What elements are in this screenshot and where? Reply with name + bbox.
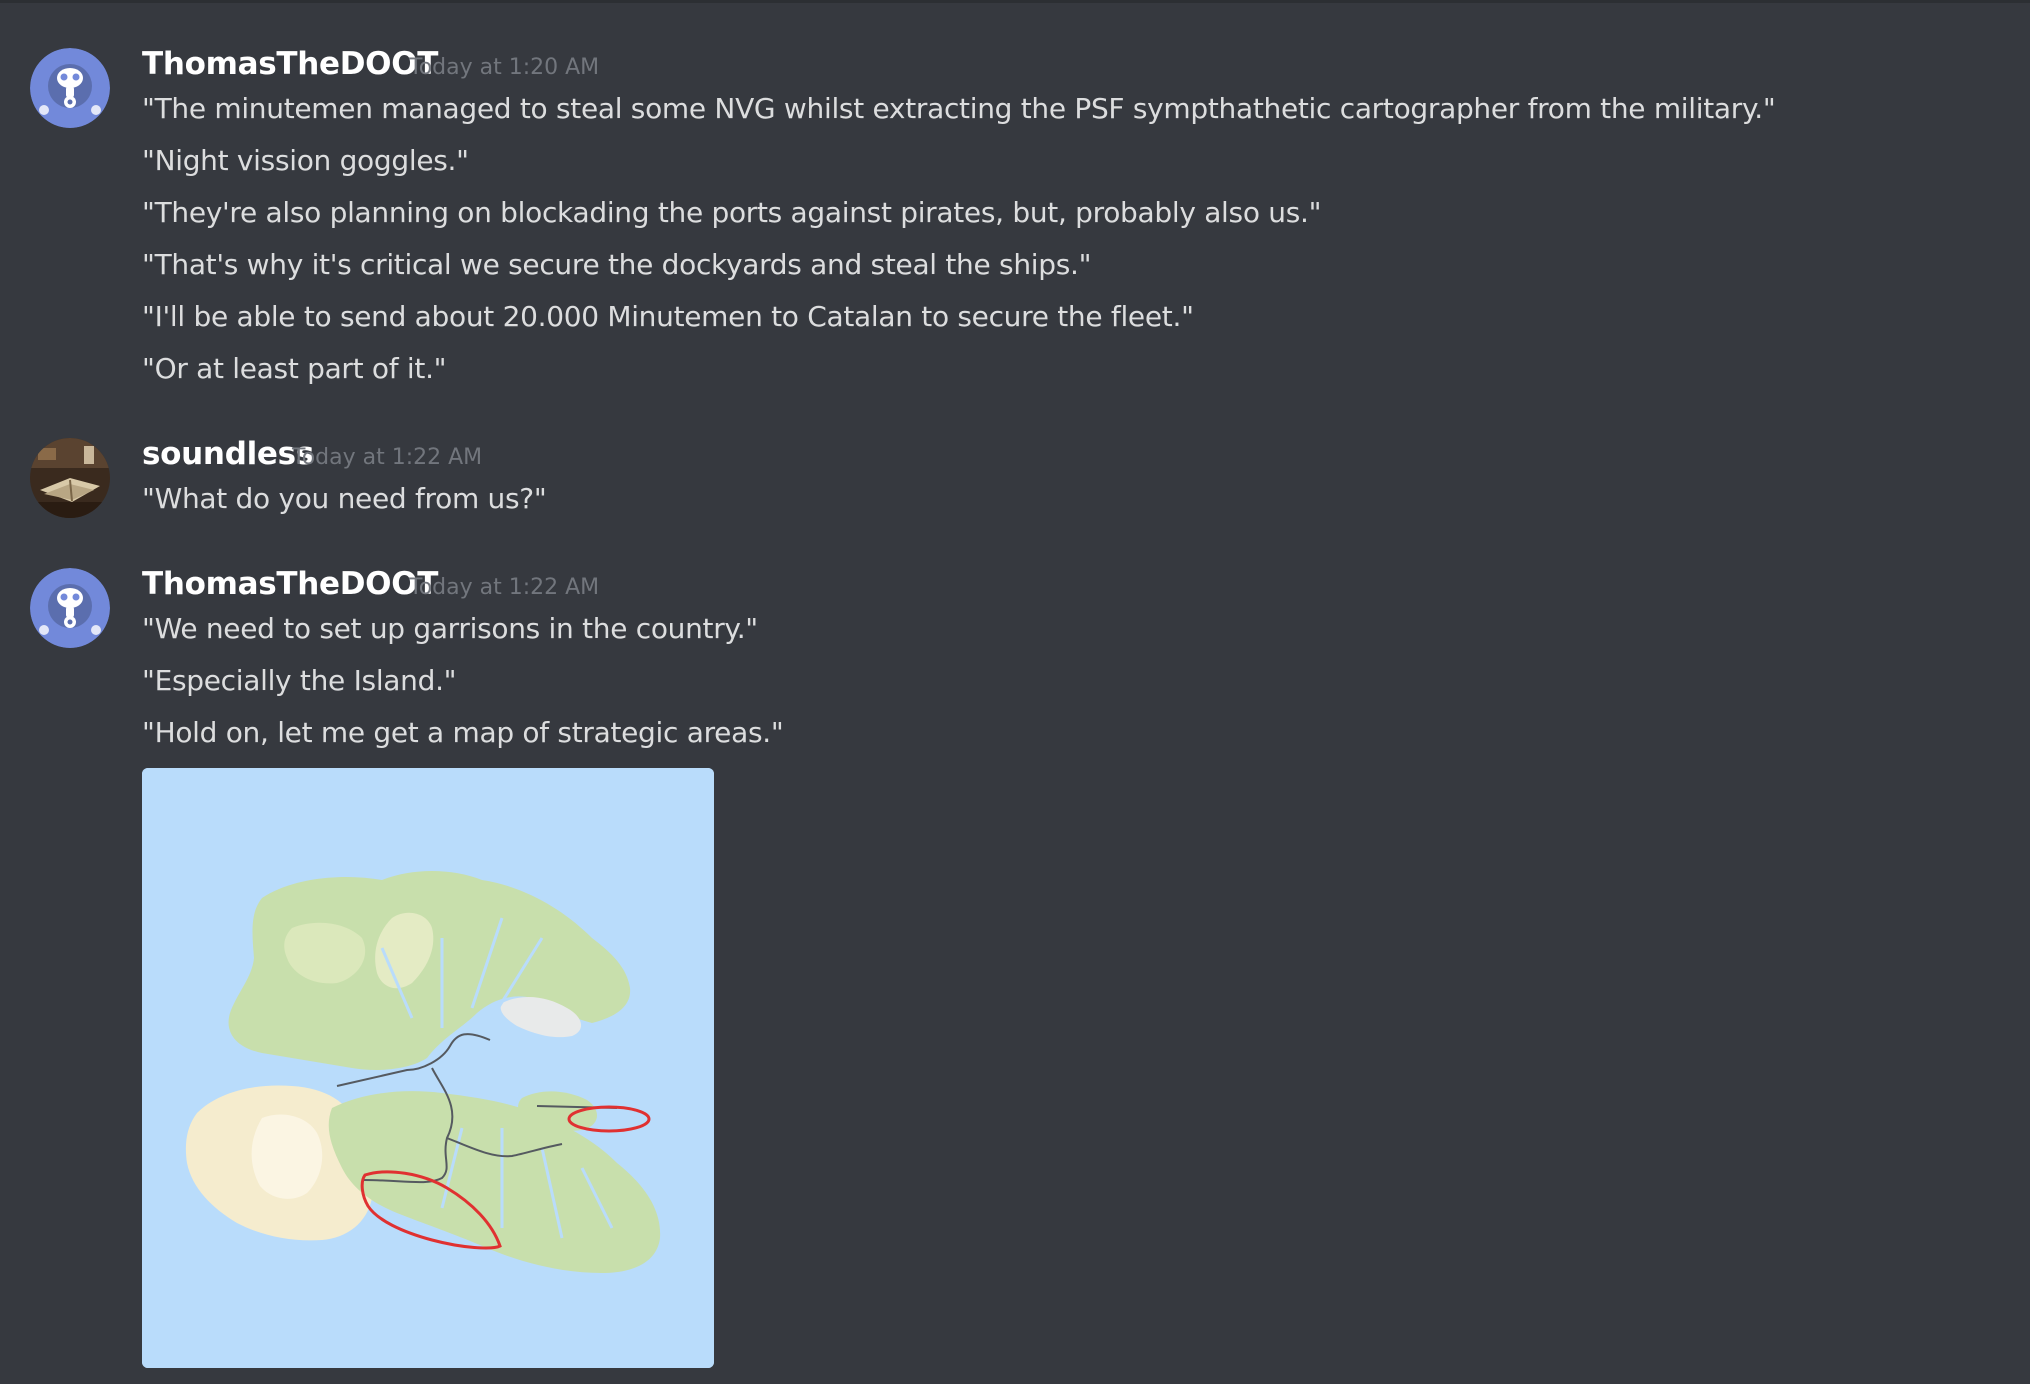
image-attachment[interactable] bbox=[142, 768, 714, 1368]
gas-mask-avatar-icon bbox=[30, 568, 110, 648]
message-line: "Or at least part of it." bbox=[142, 352, 447, 385]
username[interactable]: ThomasTheDOOT bbox=[142, 566, 438, 602]
message-line: "Hold on, let me get a map of strategic … bbox=[142, 716, 784, 749]
top-divider bbox=[0, 0, 2030, 3]
message-timestamp: Today at 1:22 AM bbox=[409, 575, 600, 600]
message-line: "That's why it's critical we secure the … bbox=[142, 248, 1092, 281]
message-line: "I'll be able to send about 20.000 Minut… bbox=[142, 300, 1194, 333]
message-timestamp: Today at 1:22 AM bbox=[292, 445, 483, 470]
avatar[interactable] bbox=[30, 438, 110, 518]
message-line: "The minutemen managed to steal some NVG… bbox=[142, 92, 1776, 125]
message-line: "What do you need from us?" bbox=[142, 482, 547, 515]
message-line: "They're also planning on blockading the… bbox=[142, 196, 1322, 229]
username[interactable]: soundless bbox=[142, 436, 314, 472]
island-map-image bbox=[142, 768, 714, 1368]
avatar[interactable] bbox=[30, 48, 110, 128]
username[interactable]: ThomasTheDOOT bbox=[142, 46, 438, 82]
message-timestamp: Today at 1:20 AM bbox=[409, 55, 600, 80]
gas-mask-avatar-icon bbox=[30, 48, 110, 128]
message-line: "We need to set up garrisons in the coun… bbox=[142, 612, 758, 645]
message-line: "Especially the Island." bbox=[142, 664, 457, 697]
message-line: "Night vission goggles." bbox=[142, 144, 469, 177]
avatar[interactable] bbox=[30, 568, 110, 648]
books-photo-avatar-icon bbox=[30, 438, 110, 518]
